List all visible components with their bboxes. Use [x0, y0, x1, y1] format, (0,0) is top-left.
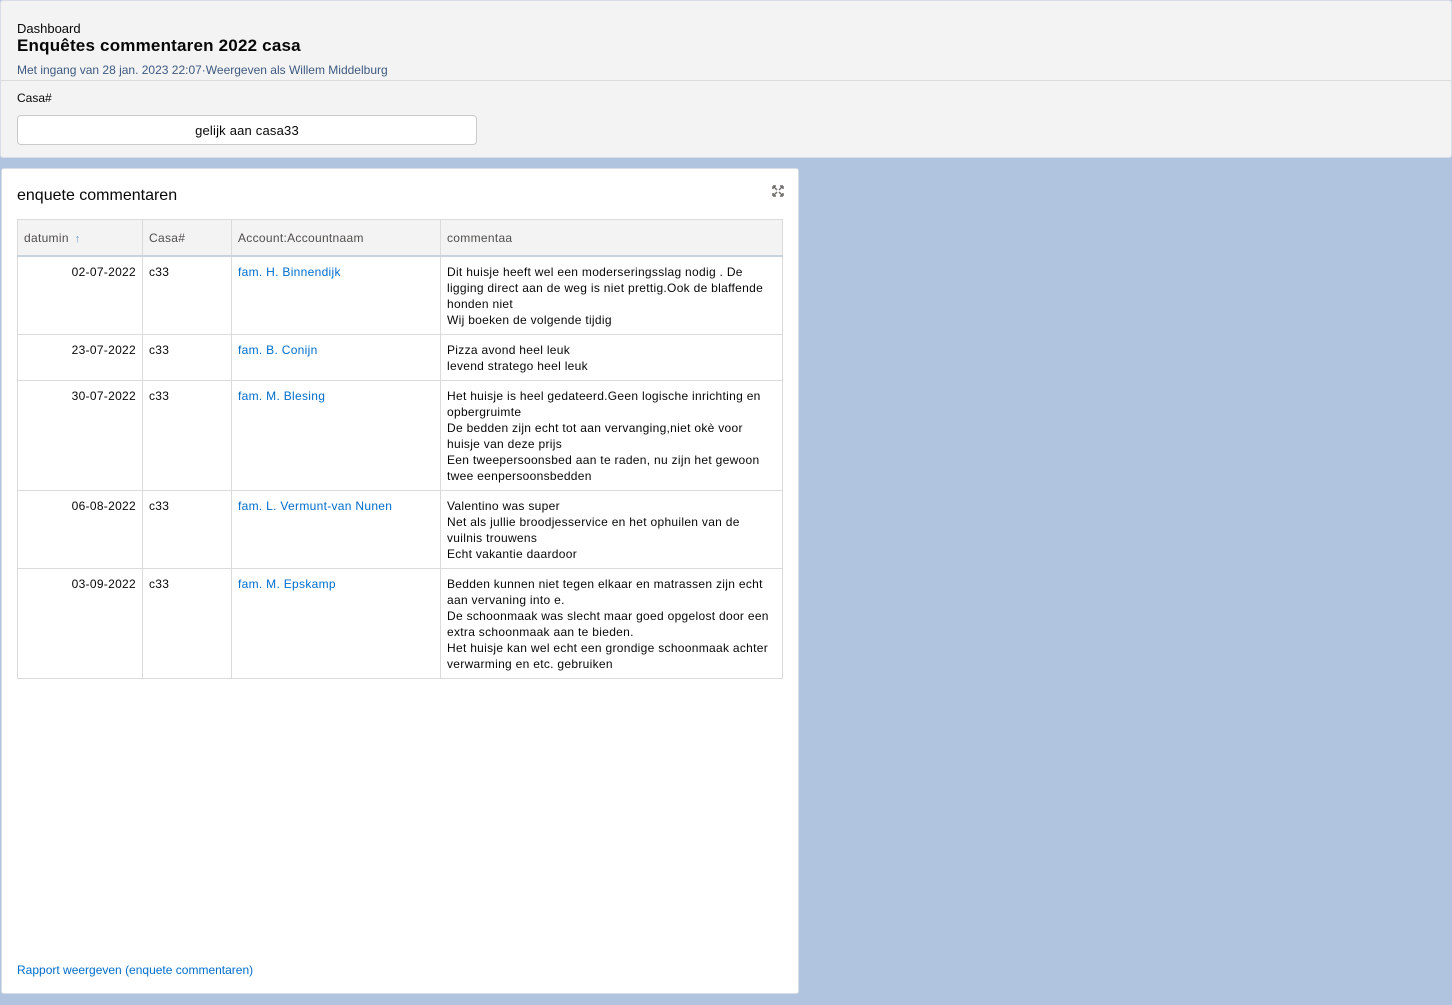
comment-line: Dit huisje heeft wel een moderseringssla… [447, 265, 764, 311]
dashboard-label: Dashboard [17, 21, 81, 36]
cell-comment: Het huisje is heel gedateerd.Geen logisc… [440, 380, 783, 491]
cell-casa: c33 [142, 380, 232, 491]
account-link[interactable]: fam. L. Vermunt-van Nunen [238, 499, 392, 513]
cell-account: fam. M. Epskamp [231, 568, 441, 679]
table-row: 30-07-2022 c33 fam. M. Blesing Het huisje i… [17, 380, 783, 491]
cell-comment: Valentino was super Net als jullie broodj… [440, 490, 783, 569]
cell-date: 30-07-2022 [17, 380, 143, 491]
report-card: enquete commentaren datumin ↑ Casa# Accou… [1, 168, 799, 994]
dashboard-header: Dashboard Enquêtes commentaren 2022 casa… [0, 0, 1452, 158]
column-header-account[interactable]: Account:Accountnaam [231, 219, 441, 257]
cell-casa: c33 [142, 255, 232, 335]
cell-account: fam. B. Conijn [231, 334, 441, 381]
cell-comment: Dit huisje heeft wel een moderseringssla… [440, 255, 783, 335]
comment-line: Valentino was super [447, 499, 560, 513]
comment-line: Het huisje kan wel echt een grondige sch… [447, 641, 769, 671]
account-link[interactable]: fam. H. Binnendijk [238, 265, 341, 279]
table-row: 02-07-2022 c33 fam. H. Binnendijk Dit huisj… [17, 255, 783, 335]
comment-line: Echt vakantie daardoor [447, 547, 578, 561]
arrow-up-icon: ↑ [74, 232, 81, 245]
comment-line: Pizza avond heel leuk [447, 343, 571, 357]
filter-value: gelijk aan casa33 [195, 122, 299, 138]
dashboard-title: Enquêtes commentaren 2022 casa [17, 36, 301, 55]
account-link[interactable]: fam. M. Blesing [238, 389, 325, 403]
table-row: 06-08-2022 c33 fam. L. Vermunt-van Nunen Va… [17, 490, 783, 569]
filter-label: Casa# [17, 91, 52, 105]
cell-date: 02-07-2022 [17, 255, 143, 335]
column-header-casa[interactable]: Casa# [142, 219, 232, 257]
dashboard-subtitle: Met ingang van 28 jan. 2023 22:07·Weerge… [17, 63, 388, 77]
cell-comment: Pizza avond heel leuk levend stratego hee… [440, 334, 783, 381]
column-header-datumin[interactable]: datumin ↑ [17, 219, 143, 257]
cell-account: fam. H. Binnendijk [231, 255, 441, 335]
comment-line: Wij boeken de volgende tijdig [447, 313, 612, 327]
comment-line: Bedden kunnen niet tegen elkaar en matra… [447, 577, 763, 607]
comment-line: De schoonmaak was slecht maar goed opgel… [447, 609, 769, 639]
casa-filter-button[interactable]: gelijk aan casa33 [17, 115, 477, 145]
cell-date: 03-09-2022 [17, 568, 143, 679]
cell-comment: Bedden kunnen niet tegen elkaar en matra… [440, 568, 783, 679]
table-row: 23-07-2022 c33 fam. B. Conijn Pizza avond h… [17, 334, 783, 381]
comment-line: De bedden zijn echt tot aan vervanging,n… [447, 421, 743, 451]
comment-line: levend stratego heel leuk [447, 359, 588, 373]
card-title: enquete commentaren [17, 187, 178, 204]
cell-account: fam. M. Blesing [231, 380, 441, 491]
cell-date: 23-07-2022 [17, 334, 143, 381]
comments-table: datumin ↑ Casa# Account:Accountnaam comme… [17, 219, 783, 679]
header-divider [1, 80, 1451, 81]
account-link[interactable]: fam. B. Conijn [238, 343, 318, 357]
cell-casa: c33 [142, 334, 232, 381]
comment-line: Het huisje is heel gedateerd.Geen logisc… [447, 389, 761, 419]
account-link[interactable]: fam. M. Epskamp [238, 577, 336, 591]
table-row: 03-09-2022 c33 fam. M. Epskamp Bedden kunne… [17, 568, 783, 679]
comment-line: Een tweepersoonsbed aan te raden, nu zij… [447, 453, 760, 483]
table-header-row: datumin ↑ Casa# Account:Accountnaam comme… [17, 219, 783, 257]
view-report-link[interactable]: Rapport weergeven (enquete commentaren) [17, 963, 253, 977]
cell-casa: c33 [142, 490, 232, 569]
column-header-commentaa[interactable]: commentaa [440, 219, 783, 257]
cell-account: fam. L. Vermunt-van Nunen [231, 490, 441, 569]
cell-date: 06-08-2022 [17, 490, 143, 569]
cell-casa: c33 [142, 568, 232, 679]
comment-line: Net als jullie broodjesservice en het op… [447, 515, 740, 545]
expand-icon[interactable] [770, 183, 786, 199]
table-body: 02-07-2022 c33 fam. H. Binnendijk Dit huisj… [17, 255, 783, 679]
